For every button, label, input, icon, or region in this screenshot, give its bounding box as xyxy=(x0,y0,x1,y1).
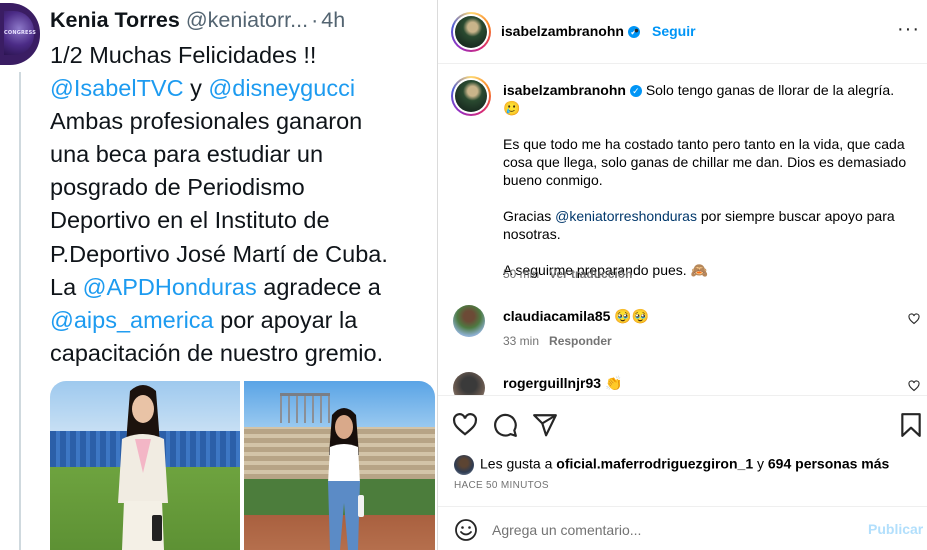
post-comment-button[interactable]: Publicar xyxy=(868,521,923,537)
post-header: isabelzambranohn ✓ • Seguir ··· xyxy=(438,0,927,64)
caption-meta: 50 min Ver traducción xyxy=(503,267,632,281)
comment-username[interactable]: rogerguillnjr93 xyxy=(503,375,601,391)
comment-text: claudiacamila85 🥹🥹 xyxy=(503,308,649,325)
caption-first-line: isabelzambranohn ✓ Solo tengo ganas de ll… xyxy=(503,81,913,117)
instagram-post-panel: isabelzambranohn ✓ • Seguir ··· isabelzam… xyxy=(437,0,927,550)
more-options-icon[interactable]: ··· xyxy=(897,18,920,41)
tweet-text-line: 1/2 Muchas Felicidades !! xyxy=(50,39,435,72)
tweet-author-handle[interactable]: @keniatorr... xyxy=(186,8,308,32)
mention-link[interactable]: @IsabelTVC xyxy=(50,75,184,101)
mention-link[interactable]: @aips_america xyxy=(50,307,214,333)
tweet-text-segment: capacitación de nuestro gremio. xyxy=(50,339,384,366)
tweet-photo-1[interactable] xyxy=(50,381,240,550)
caption-paragraph-3: Gracias @keniatorreshonduras por siempre… xyxy=(503,207,913,243)
comment-like-heart-icon[interactable] xyxy=(908,380,920,392)
comment-input[interactable] xyxy=(492,518,852,542)
caption-avatar[interactable] xyxy=(451,76,491,116)
author-avatar[interactable] xyxy=(451,12,491,52)
follow-button[interactable]: Seguir xyxy=(652,23,696,39)
commenter-avatar[interactable] xyxy=(453,305,485,337)
reply-button[interactable]: Responder xyxy=(549,334,612,348)
comment-item: claudiacamila85 🥹🥹 33 min Responder xyxy=(438,305,927,359)
tweet-panel: CONGRESS Kenia Torres @keniatorr... · 4h 1/… xyxy=(0,0,437,550)
caption-time[interactable]: 50 min xyxy=(503,267,539,281)
bookmark-icon[interactable] xyxy=(898,412,924,438)
comment-meta: 33 min Responder xyxy=(503,334,612,348)
post-timestamp[interactable]: HACE 50 MINUTOS xyxy=(454,480,549,491)
verified-badge-icon: ✓ xyxy=(629,85,642,98)
tweet-photo-2[interactable] xyxy=(244,381,435,550)
comment-time[interactable]: 33 min xyxy=(503,334,539,348)
comment-username[interactable]: claudiacamila85 xyxy=(503,308,610,324)
emoji-icon[interactable] xyxy=(454,518,478,542)
mention-link[interactable]: @APDHonduras xyxy=(83,274,257,300)
comment-text: rogerguillnjr93 👏 xyxy=(503,375,622,392)
avatar-text: CONGRESS xyxy=(4,30,37,36)
tweet-text-line: @IsabelTVC y @disneygucci xyxy=(50,72,435,105)
comment-icon[interactable] xyxy=(492,412,518,438)
tweet-text-segment: La xyxy=(50,273,83,300)
tweet-text-segment: agradece a xyxy=(256,273,381,300)
see-translation-button[interactable]: Ver traducción xyxy=(549,267,632,281)
tweet-text-line: una beca para estudiar un xyxy=(50,138,435,171)
header-dot: • xyxy=(634,22,639,38)
tweet-text-line: P.Deportivo José Martí de Cuba. xyxy=(50,238,435,271)
avatar-image xyxy=(455,16,487,48)
heart-icon[interactable] xyxy=(452,412,478,438)
comment-body: 🥹🥹 xyxy=(614,308,650,324)
tweet-text-segment: P.Deportivo José Martí de Cuba. xyxy=(50,240,388,267)
tweet-text-line: capacitación de nuestro gremio. xyxy=(50,337,435,370)
tweet-text-segment: posgrado de Periodismo xyxy=(50,174,305,201)
post-footer: Les gusta a oficial.maferrodriguezgiron_… xyxy=(438,395,927,550)
comment-like-heart-icon[interactable] xyxy=(908,313,920,325)
tweet-text-line: posgrado de Periodismo xyxy=(50,171,435,204)
avatar-image xyxy=(455,80,487,112)
tweet-text-segment: y xyxy=(183,75,209,102)
tweet-text-segment: Ambas profesionales ganaron xyxy=(50,108,363,135)
caption-mention-link[interactable]: @keniatorreshonduras xyxy=(555,208,697,224)
photo-person-1 xyxy=(118,385,168,550)
tweet-media[interactable] xyxy=(50,381,435,550)
tweet-text-segment: por apoyar la xyxy=(213,306,358,333)
thread-line xyxy=(19,72,21,550)
tweet-text: 1/2 Muchas Felicidades !! @IsabelTVC y @d… xyxy=(50,39,435,370)
likes-prefix: Les gusta a xyxy=(480,455,557,472)
tweet-text-segment: Deportivo en el Instituto de xyxy=(50,207,330,234)
caption-username[interactable]: isabelzambranohn xyxy=(503,82,626,98)
tweet-separator: · xyxy=(311,8,319,32)
likes-summary[interactable]: Les gusta a oficial.maferrodriguezgiron_… xyxy=(454,455,889,475)
tweet-author-name[interactable]: Kenia Torres xyxy=(50,8,180,32)
tweet-author-avatar[interactable]: CONGRESS xyxy=(0,3,40,65)
likes-middle: y xyxy=(753,455,768,472)
add-comment-bar: Publicar xyxy=(438,506,927,550)
author-username[interactable]: isabelzambranohn ✓ xyxy=(501,23,640,39)
tweet-text-segment: una beca para estudiar un xyxy=(50,141,324,168)
caption-p3-before: Gracias xyxy=(503,208,556,224)
liker-avatar xyxy=(454,455,474,475)
tweet-text-line: @aips_america por apoyar la xyxy=(50,304,435,337)
tweet-header: Kenia Torres @keniatorr... · 4h xyxy=(50,5,435,35)
likes-others[interactable]: 694 personas más xyxy=(768,456,889,472)
tweet-text-line: Ambas profesionales ganaron xyxy=(50,105,435,138)
photo-person-2 xyxy=(328,408,364,550)
tweet-text-line: Deportivo en el Instituto de xyxy=(50,204,435,237)
author-username-text: isabelzambranohn xyxy=(501,23,624,39)
caption-paragraph-2: Es que todo me ha costado tanto pero tan… xyxy=(503,136,907,188)
tweet-text-line: La @APDHonduras agradece a xyxy=(50,271,435,304)
likes-user[interactable]: oficial.maferrodriguezgiron_1 xyxy=(556,456,753,472)
tweet-time[interactable]: 4h xyxy=(321,8,345,32)
mention-link[interactable]: @disneygucci xyxy=(208,75,355,101)
tweet-text-segment: 1/2 Muchas Felicidades !! xyxy=(50,42,317,68)
caption-text: isabelzambranohn ✓ Solo tengo ganas de ll… xyxy=(503,81,913,297)
comment-body: 👏 xyxy=(605,375,623,391)
share-icon[interactable] xyxy=(532,412,558,438)
